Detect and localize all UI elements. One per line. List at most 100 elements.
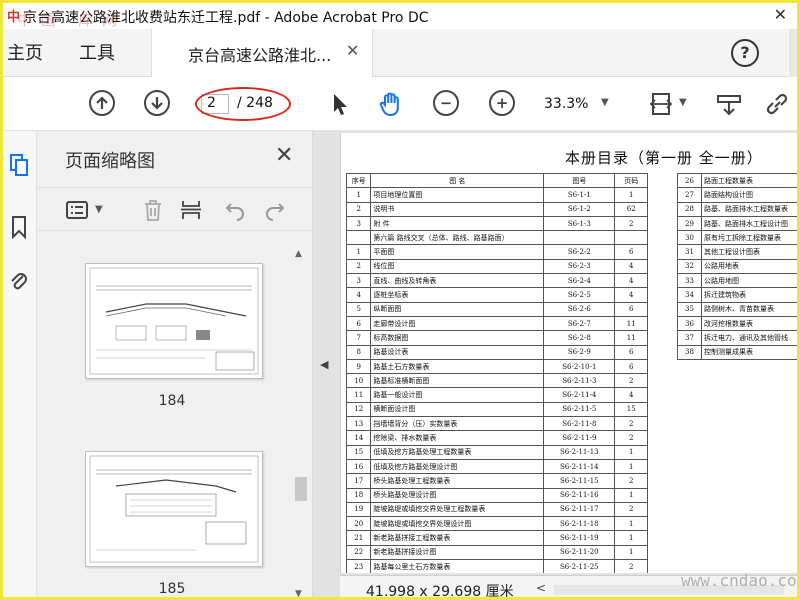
account-area[interactable] bbox=[789, 29, 797, 77]
table-row: 32 公路用地表 bbox=[677, 258, 797, 275]
table-row: 6 走廊带设计图 S6-2-7 11 bbox=[345, 315, 648, 332]
column-header: 页码 bbox=[614, 172, 648, 189]
help-button[interactable]: ? bbox=[731, 39, 759, 67]
table-cell: 低填及挖方路基处理工程数量表 bbox=[370, 444, 545, 460]
table-of-contents-left: 序号 图 名 图号 页码 1 项目地理位置图 S6-1-1 1 2 说明书 S6-1-2 62… bbox=[345, 172, 648, 573]
tab-document[interactable]: 京台高速公路淮北... ✕ bbox=[151, 29, 373, 77]
table-row: 26 路面工程数量表 bbox=[677, 172, 797, 189]
table-cell: S6-2-11-3 bbox=[543, 373, 616, 389]
scroll-down-icon[interactable]: ▼ bbox=[295, 589, 302, 597]
zoom-in-button[interactable]: + bbox=[489, 90, 515, 116]
table-cell: S6-2-8 bbox=[543, 330, 616, 346]
options-icon[interactable] bbox=[65, 198, 89, 222]
table-row: 27 路面结构设计图 bbox=[677, 187, 797, 203]
page-thumbnails-icon[interactable] bbox=[9, 153, 29, 177]
table-cell: 公路用地表 bbox=[701, 258, 797, 275]
table-cell: 19 bbox=[345, 501, 372, 518]
table-cell: 挡墙墙背分（压）实数量表 bbox=[370, 416, 545, 432]
table-cell: 11 bbox=[614, 330, 648, 346]
page-thumbnail[interactable] bbox=[85, 451, 263, 567]
chevron-down-icon[interactable]: ▼ bbox=[95, 204, 103, 215]
table-row: 1 平面图 S6-2-2 6 bbox=[345, 244, 648, 260]
table-cell: 32 bbox=[677, 258, 702, 275]
document-tab-label: 京台高速公路淮北... bbox=[188, 46, 332, 65]
panel-title: 页面缩略图 bbox=[65, 151, 155, 172]
table-cell: 桥头路基处理设计图 bbox=[370, 487, 545, 503]
zoom-level-dropdown[interactable]: 33.3% bbox=[544, 96, 588, 112]
scroll-left-icon[interactable]: < bbox=[536, 581, 546, 595]
table-row: 4 逐桩坐标表 S6-2-5 4 bbox=[345, 287, 648, 303]
collapse-panel-icon[interactable]: ◀ bbox=[320, 358, 328, 371]
zoom-out-button[interactable]: − bbox=[433, 90, 459, 116]
highlight-ellipse bbox=[195, 87, 291, 121]
select-cursor-icon[interactable] bbox=[325, 90, 353, 118]
title-bar: 中 京台高速公路淮北收费站东迁工程.pdf - Adobe Acrobat Pr… bbox=[3, 3, 797, 29]
thumbnail-scrollbar[interactable] bbox=[293, 247, 309, 597]
table-cell: S6-1-3 bbox=[543, 215, 616, 232]
table-row: 22 新老路基拼接设计图 S6-2-11-20 1 bbox=[345, 544, 648, 561]
table-cell: 公路用地图 bbox=[701, 273, 797, 289]
column-header: 图 名 bbox=[370, 172, 545, 189]
thumbnail-drawing bbox=[89, 455, 259, 563]
table-cell: 1 bbox=[614, 516, 648, 532]
table-cell: 控制测量成果表 bbox=[701, 344, 797, 360]
scrollbar-thumb[interactable] bbox=[295, 477, 307, 501]
table-row: 31 其他工程设计图表 bbox=[677, 244, 797, 260]
table-row: 2 说明书 S6-1-2 62 bbox=[345, 201, 648, 217]
window-close-button[interactable]: ✕ bbox=[774, 5, 787, 24]
table-cell: 3 bbox=[345, 273, 372, 289]
table-cell: 附 件 bbox=[370, 215, 545, 232]
link-icon[interactable] bbox=[763, 90, 791, 118]
table-cell: 路面结构设计图 bbox=[701, 187, 797, 203]
table-cell: 挖除梁、排水数量表 bbox=[370, 430, 545, 446]
fit-page-icon[interactable] bbox=[647, 90, 675, 118]
table-cell: 11 bbox=[345, 387, 372, 403]
table-cell: 纵断面图 bbox=[370, 301, 545, 317]
table-cell: 横断面设计图 bbox=[370, 401, 545, 418]
attachment-icon[interactable] bbox=[9, 269, 29, 293]
redo-icon[interactable] bbox=[263, 198, 287, 222]
table-cell: 13 bbox=[345, 416, 372, 432]
hand-tool-icon[interactable] bbox=[377, 90, 405, 118]
table-cell: 2 bbox=[345, 201, 372, 217]
bookmark-icon[interactable] bbox=[9, 215, 29, 239]
table-cell: S6-2-11-19 bbox=[543, 530, 616, 546]
scrolling-mode-icon[interactable] bbox=[715, 90, 743, 118]
table-cell: 2 bbox=[614, 373, 648, 389]
page-thumbnail[interactable] bbox=[85, 263, 263, 379]
table-cell: 路基设计表 bbox=[370, 344, 545, 360]
table-cell: 36 bbox=[677, 315, 702, 332]
table-cell: 35 bbox=[677, 301, 702, 317]
previous-page-button[interactable] bbox=[89, 90, 115, 116]
chevron-down-icon[interactable]: ▼ bbox=[601, 97, 609, 108]
table-row: 23 路基每公里土石方数量表 S6-2-11-25 2 bbox=[345, 559, 648, 573]
table-row: 8 路基设计表 S6-2-9 6 bbox=[345, 344, 648, 360]
table-cell: S6-2-2 bbox=[543, 244, 616, 260]
document-tab-close-button[interactable]: ✕ bbox=[346, 41, 359, 60]
table-cell: 改河挖根数量表 bbox=[701, 315, 797, 332]
table-cell: 15 bbox=[614, 401, 648, 418]
table-cell: 路基、路面排水工程设计图 bbox=[701, 215, 797, 232]
table-cell: S6-2-4 bbox=[543, 273, 616, 289]
table-cell: 1 bbox=[345, 244, 372, 260]
table-row: 30 原有圬工拆除工程数量表 bbox=[677, 230, 797, 246]
table-cell: S6-2-10-1 bbox=[543, 358, 616, 375]
table-cell: 原有圬工拆除工程数量表 bbox=[701, 230, 797, 246]
table-cell: 其他工程设计图表 bbox=[701, 244, 797, 260]
table-cell: 4 bbox=[614, 273, 648, 289]
undo-icon[interactable] bbox=[223, 198, 247, 222]
document-heading: 本册目录（第一册 全一册） bbox=[565, 149, 763, 167]
chevron-down-icon[interactable]: ▼ bbox=[679, 97, 687, 108]
table-cell: 路面工程数量表 bbox=[701, 172, 797, 189]
column-header: 图号 bbox=[543, 172, 616, 189]
trash-icon[interactable] bbox=[141, 198, 165, 222]
next-page-button[interactable] bbox=[144, 90, 170, 116]
table-cell: S6-2-11-15 bbox=[543, 473, 616, 489]
scroll-up-icon[interactable]: ▲ bbox=[295, 249, 302, 259]
table-cell: 31 bbox=[677, 244, 702, 260]
panel-close-button[interactable]: ✕ bbox=[275, 143, 293, 168]
table-row: 9 路基土石方数量表 S6-2-10-1 6 bbox=[345, 358, 648, 375]
tab-tools[interactable]: 工具 bbox=[79, 39, 115, 65]
tab-home[interactable]: 主页 bbox=[7, 39, 43, 65]
extract-pages-icon[interactable] bbox=[179, 198, 203, 222]
